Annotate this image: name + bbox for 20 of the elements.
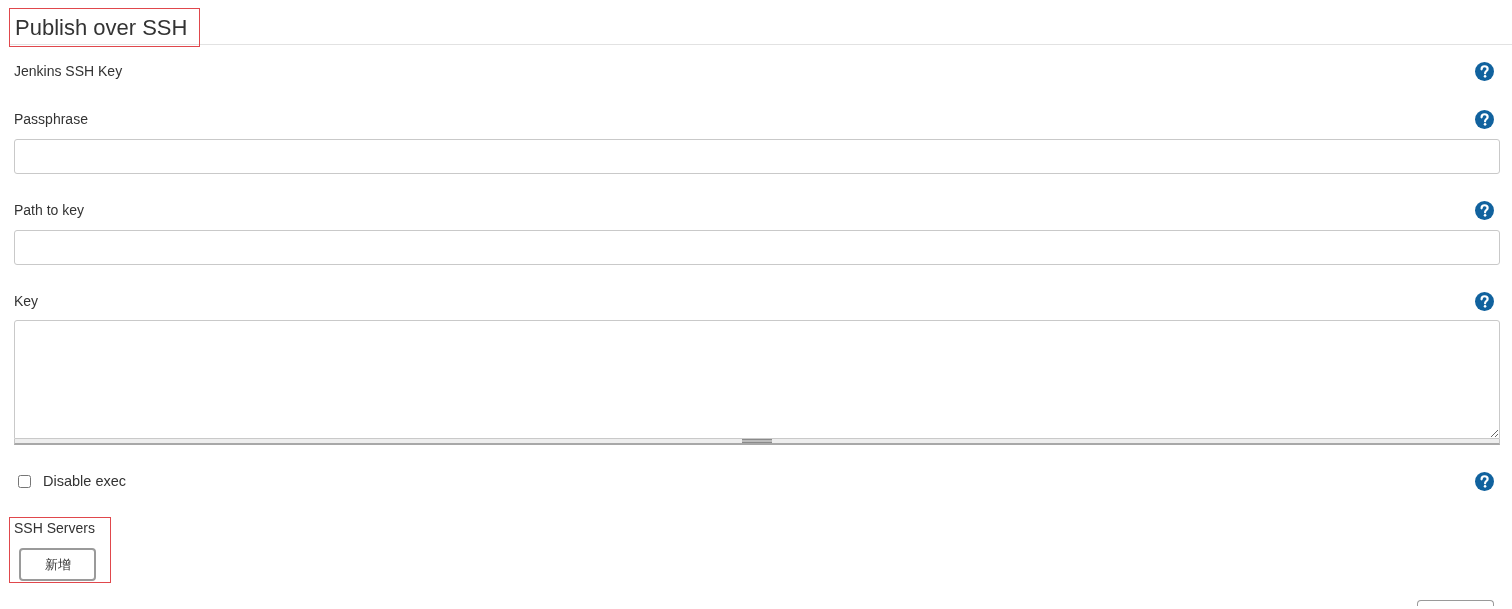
field-label: Passphrase (14, 110, 88, 128)
grip-icon (742, 439, 772, 443)
add-button[interactable]: 新增 (19, 548, 96, 581)
partial-button[interactable] (1417, 600, 1494, 606)
checkbox-label: Disable exec (43, 472, 126, 490)
help-icon[interactable] (1475, 109, 1494, 129)
input-field[interactable] (14, 230, 1500, 265)
field-label: Path to key (14, 201, 85, 219)
section-label: SSH Servers (14, 519, 95, 537)
help-icon[interactable] (1475, 471, 1494, 491)
help-icon[interactable] (1475, 291, 1494, 311)
field-label: Jenkins SSH Key (14, 62, 123, 80)
section-title: Publish over SSH (15, 14, 188, 42)
checkbox[interactable] (18, 474, 31, 488)
input-field[interactable] (14, 139, 1500, 174)
resize-handle[interactable] (14, 439, 1500, 445)
field-label: Key (14, 292, 39, 310)
help-icon[interactable] (1475, 61, 1494, 81)
textarea-field[interactable] (14, 320, 1500, 439)
help-icon[interactable] (1475, 200, 1494, 220)
